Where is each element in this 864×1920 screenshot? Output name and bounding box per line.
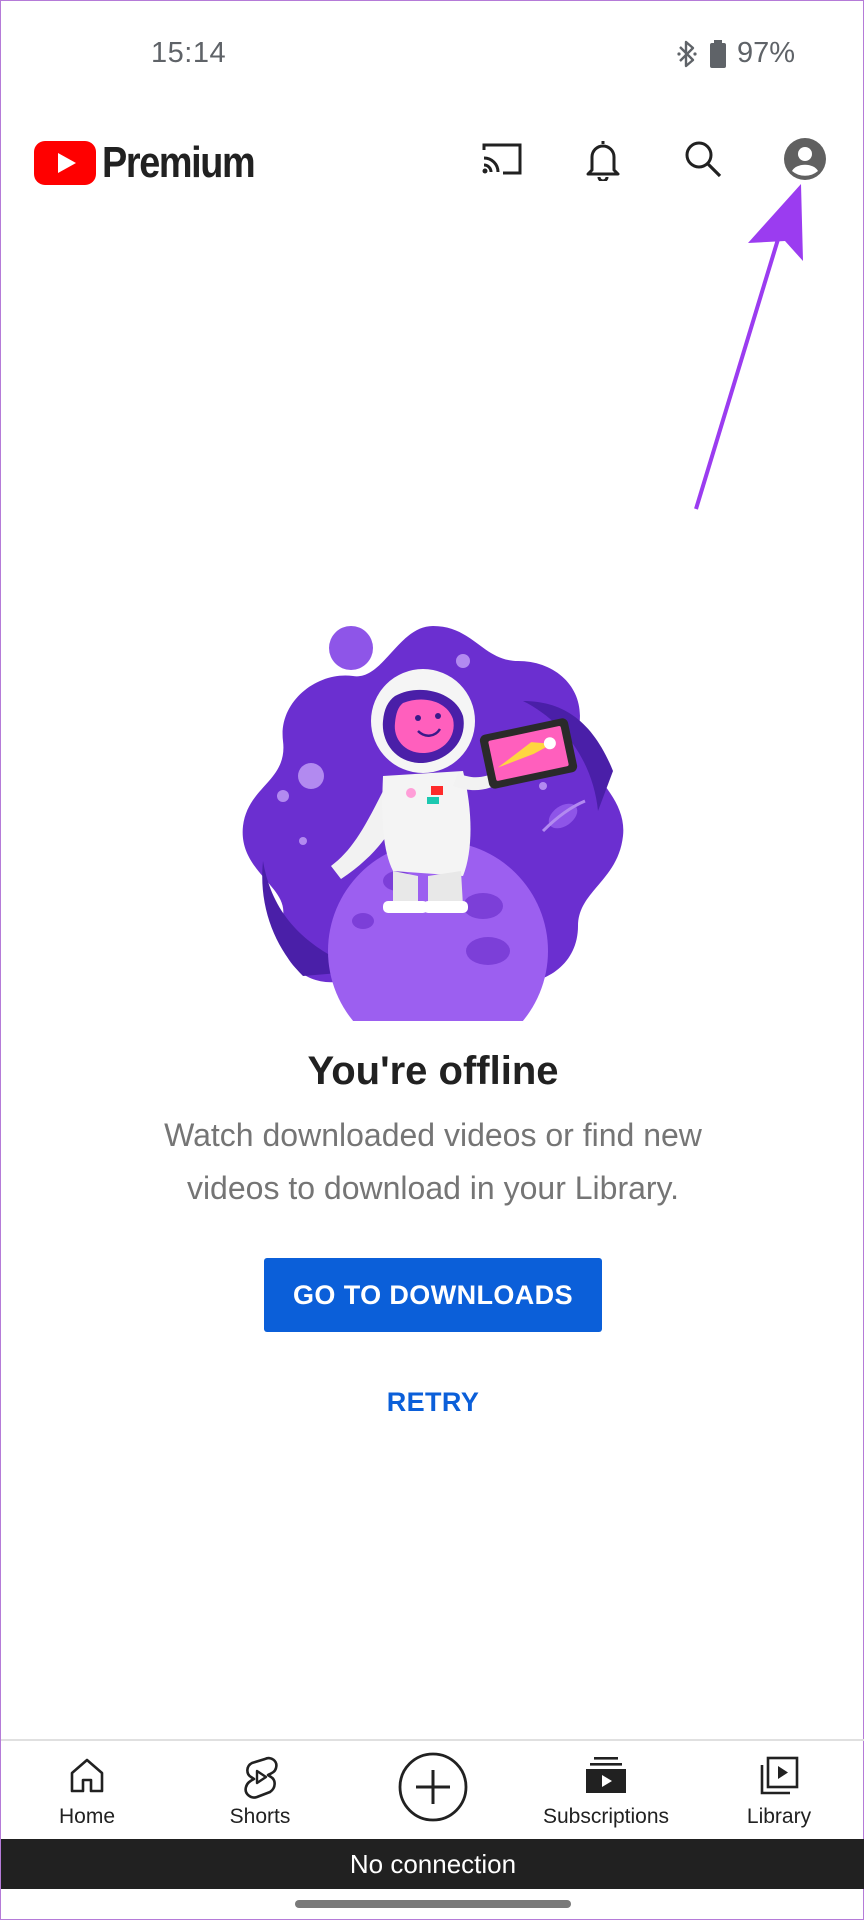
nav-item-home[interactable]: Home bbox=[1, 1741, 173, 1841]
home-icon bbox=[1, 1755, 173, 1795]
library-icon bbox=[693, 1755, 864, 1797]
offline-astronaut-illustration bbox=[242, 626, 624, 1021]
bell-icon[interactable] bbox=[578, 134, 628, 184]
nav-item-shorts[interactable]: Shorts bbox=[174, 1741, 346, 1841]
create-icon bbox=[347, 1751, 519, 1823]
offline-title: You're offline bbox=[307, 1049, 559, 1093]
search-icon[interactable] bbox=[678, 134, 728, 184]
cast-icon[interactable] bbox=[477, 134, 527, 184]
nav-label-subscriptions: Subscriptions bbox=[542, 1805, 670, 1828]
battery-level: 97% bbox=[736, 37, 795, 69]
retry-button[interactable]: RETRY bbox=[353, 1379, 513, 1425]
offline-message: Watch downloaded videos or find new vide… bbox=[164, 1117, 702, 1206]
nav-item-subscriptions[interactable]: Subscriptions bbox=[520, 1741, 692, 1841]
annotation-arrow bbox=[694, 184, 803, 510]
logo-text: Premium bbox=[102, 138, 256, 187]
youtube-logo-icon bbox=[34, 141, 96, 185]
bluetooth-icon bbox=[675, 39, 699, 69]
status-time: 15:14 bbox=[151, 37, 227, 69]
youtube-premium-logo[interactable]: Premium bbox=[34, 138, 279, 188]
nav-label-home: Home bbox=[58, 1805, 116, 1828]
battery-icon bbox=[709, 39, 727, 69]
nav-item-create[interactable] bbox=[347, 1741, 519, 1841]
go-to-downloads-button[interactable]: GO TO DOWNLOADS bbox=[264, 1258, 602, 1332]
status-icons: 97% bbox=[675, 37, 795, 70]
status-bar: 15:14 97% bbox=[1, 1, 864, 111]
account-icon[interactable] bbox=[780, 134, 830, 184]
no-connection-banner: No connection bbox=[1, 1839, 864, 1889]
nav-label-shorts: Shorts bbox=[229, 1805, 291, 1828]
shorts-icon bbox=[174, 1755, 346, 1799]
nav-item-library[interactable]: Library bbox=[693, 1741, 864, 1841]
home-indicator[interactable] bbox=[295, 1900, 571, 1908]
subscriptions-icon bbox=[520, 1755, 692, 1795]
bottom-navigation: Home Shorts Subscriptions Library bbox=[1, 1739, 864, 1841]
nav-label-library: Library bbox=[746, 1805, 812, 1828]
